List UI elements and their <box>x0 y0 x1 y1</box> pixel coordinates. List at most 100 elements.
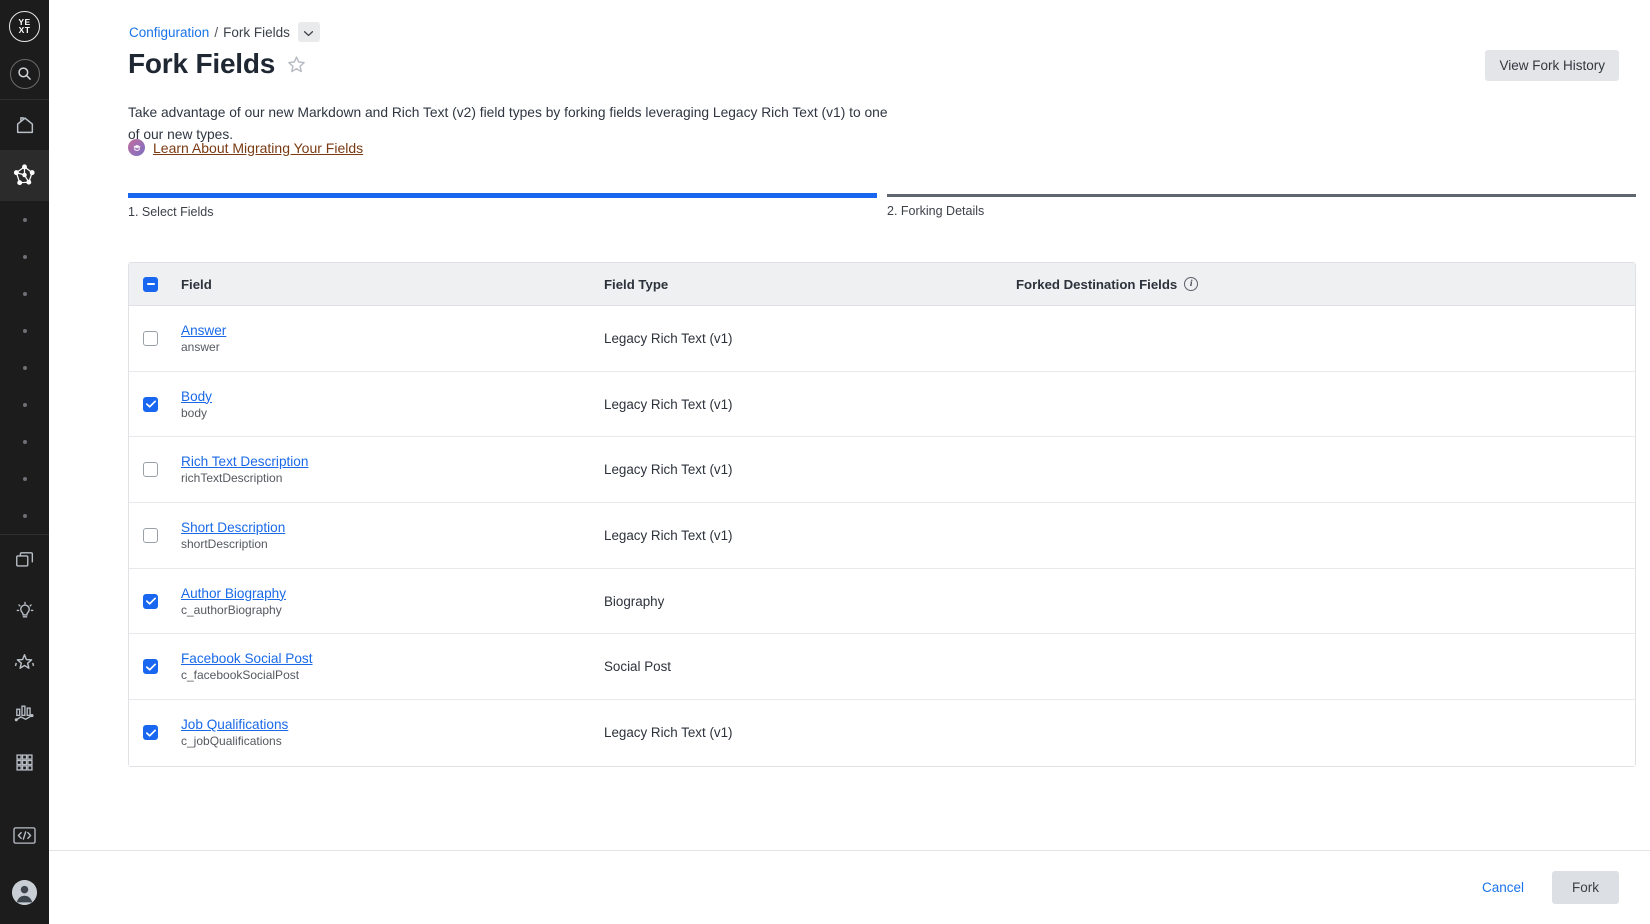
sidebar-subitem-dot[interactable] <box>22 514 27 519</box>
table-row[interactable]: Author Biography c_authorBiography Biograp… <box>129 568 1635 635</box>
table-row[interactable]: Answer answer Legacy Rich Text (v1) <box>129 306 1635 372</box>
row-checkbox-cell <box>143 462 181 478</box>
row-checkbox[interactable] <box>143 659 158 675</box>
field-name-link[interactable]: Author Biography <box>181 586 604 601</box>
select-all-checkbox[interactable] <box>143 276 158 292</box>
view-fork-history-button[interactable]: View Fork History <box>1485 50 1619 81</box>
sidebar-item-apps[interactable] <box>0 737 49 788</box>
column-header-field-type: Field Type <box>604 276 669 292</box>
row-checkbox[interactable] <box>143 396 158 412</box>
row-checkbox[interactable] <box>143 330 158 346</box>
learn-about-migrating-link[interactable]: Learn About Migrating Your Fields <box>153 140 363 156</box>
sidebar-subitems <box>0 201 49 534</box>
table-row[interactable]: Short Description shortDescription Legacy … <box>129 503 1635 569</box>
user-avatar-icon <box>12 879 37 905</box>
info-icon[interactable]: i <box>1184 277 1199 291</box>
field-type-cell: Legacy Rich Text (v1) <box>604 725 733 741</box>
row-checkbox-cell <box>143 527 181 543</box>
home-icon <box>14 114 36 136</box>
field-name-link[interactable]: Short Description <box>181 520 604 535</box>
wizard-stepper: 1. Select Fields 2. Forking Details <box>128 193 1636 219</box>
row-checkbox-cell <box>143 330 181 346</box>
check-icon <box>145 729 156 737</box>
sidebar-item-pages[interactable] <box>0 535 49 586</box>
field-api-name: answer <box>181 339 220 354</box>
sidebar-item-search[interactable] <box>0 48 49 99</box>
field-name-link[interactable]: Facebook Social Post <box>181 651 604 666</box>
table-row[interactable]: Rich Text Description richTextDescription… <box>129 437 1635 504</box>
table-row[interactable]: Body body Legacy Rich Text (v1) <box>129 371 1635 438</box>
breadcrumb-configuration-link[interactable]: Configuration <box>129 25 209 40</box>
analytics-chart-icon <box>13 701 36 724</box>
field-cell: Rich Text Description richTextDescription <box>181 454 604 485</box>
step-select-fields[interactable]: 1. Select Fields <box>128 193 877 219</box>
breadcrumb: Configuration / Fork Fields <box>129 22 320 42</box>
field-type-cell: Legacy Rich Text (v1) <box>604 462 733 478</box>
left-nav-rail: YE XT <box>0 0 49 924</box>
sidebar-subitem-dot[interactable] <box>22 366 27 371</box>
field-type-cell: Legacy Rich Text (v1) <box>604 330 733 346</box>
field-api-name: c_jobQualifications <box>181 734 282 749</box>
pages-icon <box>14 549 36 571</box>
field-cell: Short Description shortDescription <box>181 520 604 551</box>
yext-logo[interactable]: YE XT <box>0 4 49 48</box>
row-checkbox-cell <box>143 396 181 412</box>
table-row[interactable]: Job Qualifications c_jobQualifications Leg… <box>129 700 1635 766</box>
row-checkbox[interactable] <box>143 725 158 741</box>
sidebar-subitem-dot[interactable] <box>22 440 27 445</box>
yext-logo-circle: YE XT <box>9 10 40 42</box>
sidebar-subitem-dot[interactable] <box>22 477 27 482</box>
select-all-checkbox-cell <box>143 276 181 292</box>
sidebar-subitem-dot[interactable] <box>22 329 27 334</box>
sidebar-item-knowledge-graph[interactable] <box>0 150 49 202</box>
sidebar-subitem-dot[interactable] <box>22 403 27 408</box>
breadcrumb-separator: / <box>214 24 219 40</box>
row-checkbox-cell <box>143 659 181 675</box>
field-name-link[interactable]: Job Qualifications <box>181 717 604 732</box>
field-type-cell: Biography <box>604 593 665 609</box>
sidebar-subitem-dot[interactable] <box>22 218 27 223</box>
sidebar-item-account[interactable] <box>0 861 49 924</box>
fields-table: Field Field Type Forked Destination Fiel… <box>128 262 1636 767</box>
field-type-cell: Social Post <box>604 659 671 675</box>
row-checkbox[interactable] <box>143 462 158 478</box>
field-api-name: body <box>181 405 208 420</box>
check-icon <box>145 597 156 605</box>
sparkle-star-icon <box>13 650 36 673</box>
row-checkbox[interactable] <box>143 527 158 543</box>
fork-button[interactable]: Fork <box>1552 871 1619 904</box>
field-api-name: c_facebookSocialPost <box>181 668 300 683</box>
sidebar-item-reviews[interactable] <box>0 636 49 687</box>
table-row[interactable]: Facebook Social Post c_facebookSocialPost… <box>129 634 1635 701</box>
table-body: Answer answer Legacy Rich Text (v1) Body bod… <box>129 306 1635 766</box>
step-forking-details[interactable]: 2. Forking Details <box>887 193 1636 219</box>
check-icon <box>145 400 156 408</box>
sidebar-subitem-dot[interactable] <box>22 255 27 260</box>
cancel-button[interactable]: Cancel <box>1476 879 1530 896</box>
page-title: Fork Fields <box>128 48 276 79</box>
sidebar-item-developer[interactable] <box>0 810 49 861</box>
field-name-link[interactable]: Rich Text Description <box>181 454 604 469</box>
field-name-link[interactable]: Answer <box>181 323 604 338</box>
sidebar-subitem-dot[interactable] <box>22 292 27 297</box>
step-label: 2. Forking Details <box>887 204 985 218</box>
field-api-name: richTextDescription <box>181 471 283 486</box>
knowledge-graph-icon <box>13 164 36 187</box>
check-icon <box>145 663 156 671</box>
indeterminate-dash-icon <box>146 283 155 285</box>
chevron-down-icon <box>303 25 314 40</box>
breadcrumb-dropdown-button[interactable] <box>297 22 320 42</box>
field-cell: Body body <box>181 389 604 420</box>
sidebar-item-analytics[interactable] <box>0 687 49 738</box>
breadcrumb-current: Fork Fields <box>223 24 290 40</box>
field-api-name: shortDescription <box>181 536 268 551</box>
action-footer: Cancel Fork <box>49 850 1650 924</box>
field-name-link[interactable]: Body <box>181 389 604 404</box>
row-checkbox[interactable] <box>143 593 158 609</box>
sidebar-item-home[interactable] <box>0 100 49 151</box>
step-label: 1. Select Fields <box>128 205 214 219</box>
table-header-row: Field Field Type Forked Destination Fiel… <box>129 263 1635 306</box>
sidebar-item-listings[interactable] <box>0 586 49 637</box>
favorite-star-icon[interactable] <box>286 54 307 75</box>
step-gap <box>877 193 887 219</box>
